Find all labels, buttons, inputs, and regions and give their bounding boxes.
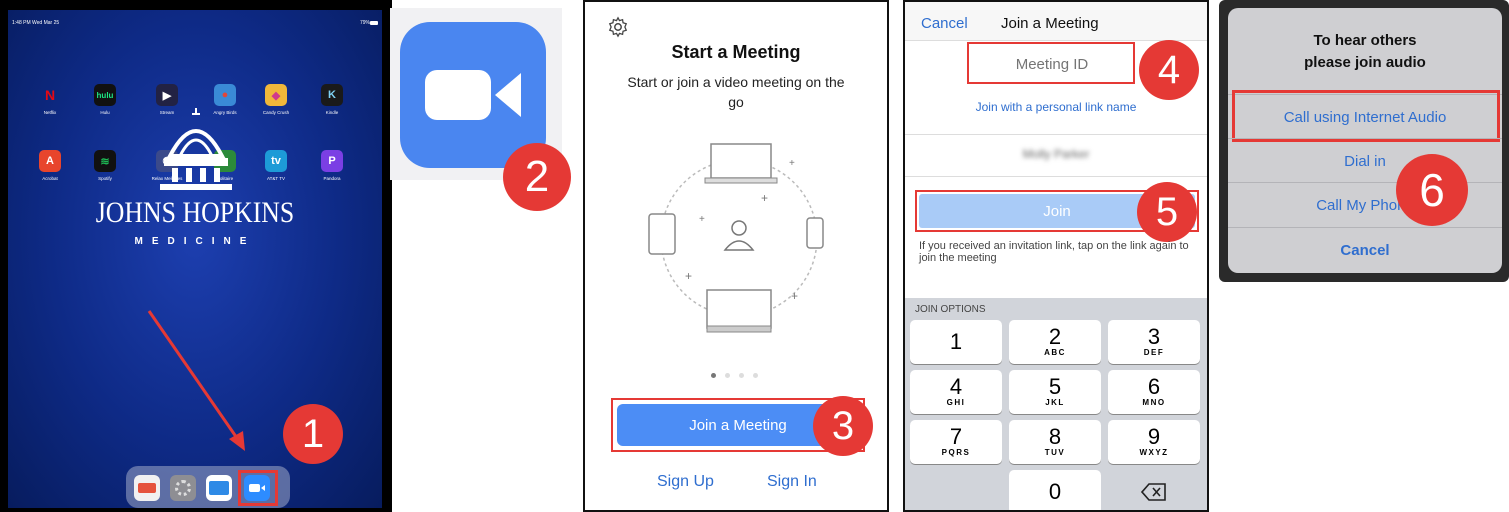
page-dot-active	[711, 373, 716, 378]
sign-up-link[interactable]: Sign Up	[657, 473, 714, 491]
meeting-id-input[interactable]	[971, 46, 1133, 82]
toolbox-app-icon[interactable]	[134, 475, 160, 501]
personal-link-name-link[interactable]: Join with a personal link name	[905, 100, 1207, 114]
start-meeting-title: Start a Meeting	[671, 42, 801, 62]
status-time: 1:48 PM Wed Mar 25	[12, 20, 60, 26]
svg-text:+: +	[789, 158, 795, 169]
step-badge: 1	[283, 404, 343, 464]
divider	[905, 176, 1207, 177]
johns-hopkins-dome-logo	[160, 108, 232, 190]
keypad-key-0[interactable]: 0	[1009, 470, 1101, 510]
app-label: Pandora	[323, 176, 341, 181]
stream-app-icon[interactable]: ▶	[156, 84, 178, 106]
svg-text:+: +	[761, 191, 768, 205]
zoom-app-icon[interactable]	[244, 475, 270, 501]
join-audio-dialog: To hear others please join audio Call us…	[1228, 8, 1502, 273]
app-label: Hulu	[100, 110, 110, 115]
candy-crush-app-icon[interactable]: ◆	[265, 84, 287, 106]
status-battery: 79%	[359, 20, 370, 26]
keypad-key-5[interactable]: 5 JKL	[1009, 370, 1101, 414]
app-label: Kindle	[325, 110, 339, 115]
kindle-app-icon[interactable]: K	[321, 84, 343, 106]
keypad-key-1[interactable]: 1	[910, 320, 1002, 364]
logo-title: JOHNS HOPKINS	[95, 196, 295, 229]
app-label: Acrobat	[42, 176, 58, 181]
page-dot	[739, 373, 744, 378]
svg-text:+: +	[699, 214, 705, 225]
app-label: Spotify	[98, 176, 112, 181]
keypad-key-3[interactable]: 3 DEF	[1108, 320, 1200, 364]
cancel-button[interactable]: Cancel	[1228, 227, 1502, 272]
keypad-key-2[interactable]: 2 ABC	[1009, 320, 1101, 364]
step-badge: 5	[1137, 182, 1197, 242]
dialog-title-line1: To hear others	[1313, 32, 1417, 49]
arrow-icon	[147, 310, 245, 451]
att-tv-app-icon[interactable]: tv	[265, 150, 287, 172]
screen-name-field[interactable]: Molly Parker	[905, 147, 1207, 161]
ipad-frame: 1:48 PM Wed Mar 25 79% N Netflix hulu Hu…	[0, 0, 392, 512]
step-badge: 3	[813, 396, 873, 456]
keypad-key-8[interactable]: 8 TUV	[1009, 420, 1101, 464]
dock	[126, 466, 290, 508]
svg-text:+: +	[791, 289, 798, 303]
keypad-key-7[interactable]: 7 PQRS	[910, 420, 1002, 464]
sign-in-link[interactable]: Sign In	[767, 473, 817, 491]
cancel-button[interactable]: Cancel	[921, 15, 968, 32]
zoom-start-screen: Start a Meeting Start or join a video me…	[583, 0, 889, 512]
page-dot	[753, 373, 758, 378]
keypad-key-4[interactable]: 4 GHI	[910, 370, 1002, 414]
settings-gear-icon[interactable]	[170, 475, 196, 501]
ipad-home-screen: 1:48 PM Wed Mar 25 79% N Netflix hulu Hu…	[8, 10, 382, 508]
start-meeting-subtitle: Start or join a video meeting on the go	[627, 74, 845, 110]
step-badge: 4	[1139, 40, 1199, 100]
keypad-key-9[interactable]: 9 WXYZ	[1108, 420, 1200, 464]
files-app-icon[interactable]	[206, 475, 232, 501]
divider	[905, 134, 1207, 135]
page-dot	[725, 373, 730, 378]
app-label: Netflix	[43, 110, 57, 115]
pandora-app-icon[interactable]: P	[321, 150, 343, 172]
settings-gear-icon[interactable]	[607, 16, 629, 38]
spotify-app-icon[interactable]: ≋	[94, 150, 116, 172]
step-badge: 6	[1396, 154, 1468, 226]
acrobat-app-icon[interactable]: A	[39, 150, 61, 172]
angry-birds-app-icon[interactable]: ●	[214, 84, 236, 106]
join-options-label: JOIN OPTIONS	[915, 304, 986, 315]
battery-icon	[370, 21, 378, 25]
invitation-note: If you received an invitation link, tap …	[919, 240, 1189, 264]
svg-text:+: +	[685, 269, 692, 283]
logo-subtitle: MEDICINE	[134, 236, 256, 247]
dialog-title-line2: please join audio	[1304, 54, 1426, 71]
step-badge: 2	[503, 143, 571, 211]
devices-illustration: + + + + +	[648, 143, 824, 333]
netflix-app-icon[interactable]: N	[39, 84, 61, 106]
backspace-icon[interactable]	[1141, 482, 1167, 502]
hulu-app-icon[interactable]: hulu	[94, 84, 116, 106]
app-label: AT&T TV	[266, 176, 285, 181]
join-meeting-screen: Cancel Join a Meeting 4 Join with a pers…	[903, 0, 1209, 512]
nav-title: Join a Meeting	[1001, 15, 1099, 32]
keypad-key-6[interactable]: 6 MNO	[1108, 370, 1200, 414]
internet-audio-highlight	[1232, 90, 1500, 142]
app-label: Candy Crush	[262, 110, 290, 115]
